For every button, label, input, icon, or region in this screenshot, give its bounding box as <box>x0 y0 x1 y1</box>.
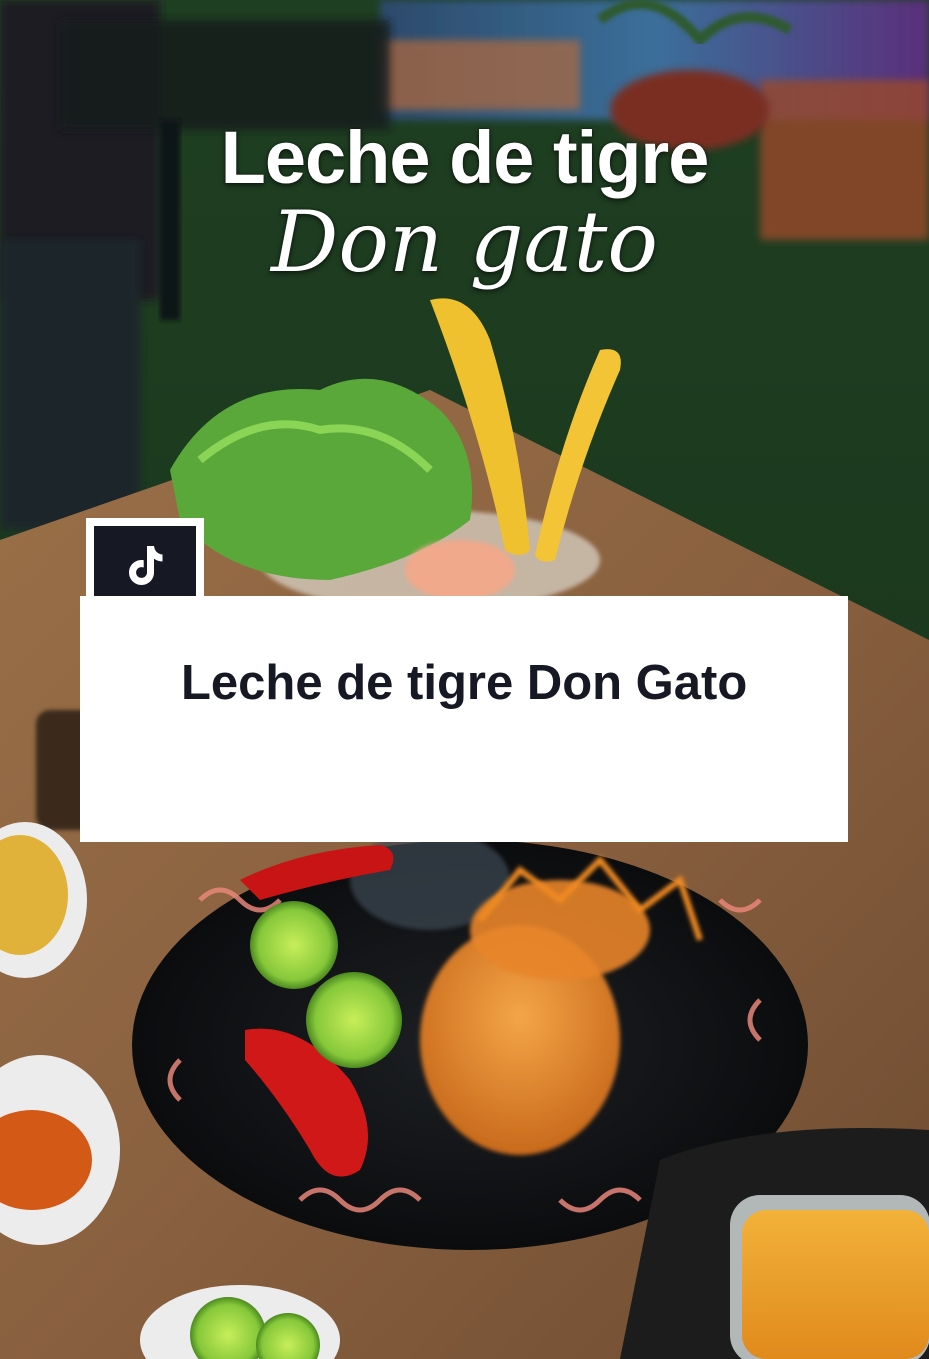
title-line-2: Don gato <box>271 193 658 291</box>
title-line-1: Leche de tigre <box>220 116 710 199</box>
caption-card: Leche de tigre Don Gato <box>80 596 848 842</box>
tiktok-logo-icon <box>129 546 163 585</box>
video-title-overlay: Leche de tigre Don gato <box>0 116 929 291</box>
tiktok-photo-post: Leche de tigre Don gato Leche de tigre D… <box>0 0 929 1359</box>
caption-text: Leche de tigre Don Gato <box>181 656 748 710</box>
